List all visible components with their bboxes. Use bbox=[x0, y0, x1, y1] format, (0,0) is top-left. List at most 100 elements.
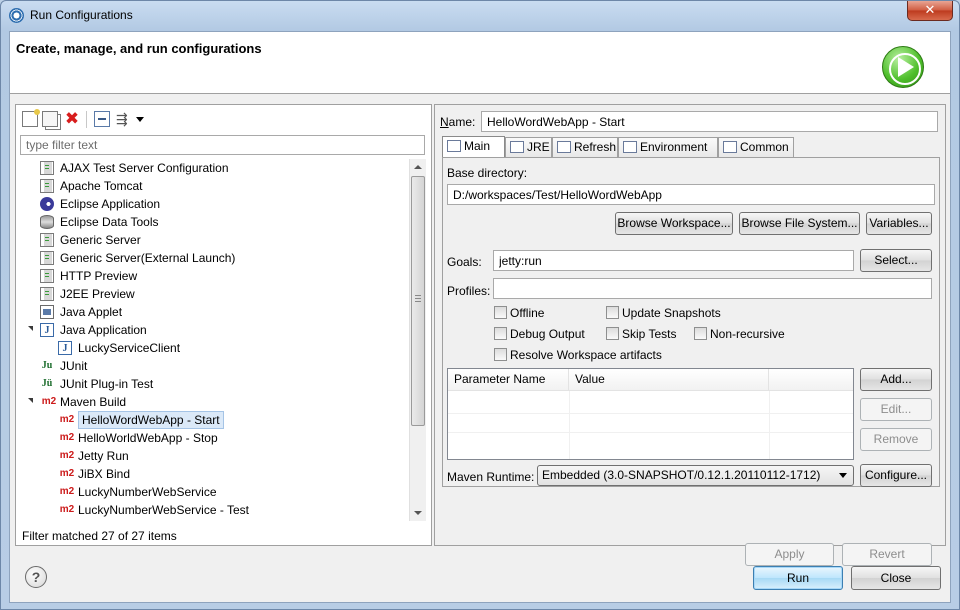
maven-runtime-select[interactable]: Embedded (3.0-SNAPSHOT/0.12.1.20110112-1… bbox=[537, 465, 854, 486]
refresh-icon bbox=[557, 141, 571, 153]
tab-label: Environment bbox=[640, 140, 708, 154]
eclipse-icon bbox=[40, 197, 54, 211]
maven-runtime-value: Embedded (3.0-SNAPSHOT/0.12.1.20110112-1… bbox=[542, 468, 821, 482]
tree-item[interactable]: Generic Server(External Launch) bbox=[16, 249, 409, 267]
tree-item-label: J2EE Preview bbox=[60, 287, 135, 301]
revert-button[interactable]: Revert bbox=[842, 543, 932, 566]
tree-vertical-scrollbar[interactable] bbox=[409, 159, 426, 521]
tab-refresh[interactable]: Refresh bbox=[552, 137, 618, 157]
help-icon[interactable]: ? bbox=[25, 566, 47, 588]
tree-item-label: Generic Server(External Launch) bbox=[60, 251, 236, 265]
filter-input[interactable] bbox=[20, 135, 425, 155]
tree-item[interactable]: AJAX Test Server Configuration bbox=[16, 159, 409, 177]
tree-item[interactable]: Eclipse Application bbox=[16, 195, 409, 213]
resolve-workspace-label: Resolve Workspace artifacts bbox=[510, 348, 662, 362]
tree-item-label: Jetty Run bbox=[78, 449, 129, 463]
scroll-thumb[interactable] bbox=[411, 176, 425, 426]
configure-runtime-button[interactable]: Configure... bbox=[860, 464, 932, 487]
tree-item-label: Java Applet bbox=[60, 305, 123, 319]
remove-parameter-button[interactable]: Remove bbox=[860, 428, 932, 451]
tree-item[interactable]: m2 HelloWorldWebApp - Stop bbox=[16, 429, 409, 447]
name-input[interactable] bbox=[481, 111, 938, 132]
select-goals-button[interactable]: Select... bbox=[860, 249, 932, 272]
profiles-label: Profiles: bbox=[447, 284, 491, 298]
edit-parameter-button[interactable]: Edit... bbox=[860, 398, 932, 421]
tab-label: Common bbox=[740, 140, 789, 154]
maven-icon: m2 bbox=[59, 414, 75, 425]
tree-item[interactable]: Generic Server bbox=[16, 231, 409, 249]
browse-workspace-button[interactable]: Browse Workspace... bbox=[615, 212, 733, 235]
expanded-arrow-icon[interactable] bbox=[28, 398, 33, 403]
skip-tests-checkbox[interactable] bbox=[606, 327, 619, 340]
tree-item[interactable]: m2 Maven Build bbox=[16, 393, 409, 411]
config-tabs: Main JRE Refresh Environment Common bbox=[442, 136, 942, 157]
filter-menu-chevron-down-icon[interactable] bbox=[136, 117, 144, 122]
tree-item[interactable]: Ju JUnit bbox=[16, 357, 409, 375]
resolve-workspace-checkbox[interactable] bbox=[494, 348, 507, 361]
maven-icon: m2 bbox=[59, 504, 75, 515]
table-column-line bbox=[769, 391, 770, 459]
add-parameter-button[interactable]: Add... bbox=[860, 368, 932, 391]
tree-item[interactable]: m2 LuckyNumberWebService bbox=[16, 483, 409, 501]
tree-item[interactable]: Jü JUnit Plug-in Test bbox=[16, 375, 409, 393]
expanded-arrow-icon[interactable] bbox=[28, 326, 33, 331]
parameters-table[interactable]: Parameter Name Value bbox=[447, 368, 854, 460]
tree-item[interactable]: m2 JiBX Bind bbox=[16, 465, 409, 483]
config-toolbar: ✖ ⇶ bbox=[20, 108, 220, 130]
parameter-name-column-header[interactable]: Parameter Name bbox=[448, 369, 569, 391]
non-recursive-label: Non-recursive bbox=[710, 327, 785, 341]
tree-item[interactable]: J2EE Preview bbox=[16, 285, 409, 303]
tree-item[interactable]: m2 HelloWordWebApp - Start bbox=[16, 411, 409, 429]
non-recursive-checkbox[interactable] bbox=[694, 327, 707, 340]
tree-item[interactable]: Java Applet bbox=[16, 303, 409, 321]
tree-item[interactable]: m2 Jetty Run bbox=[16, 447, 409, 465]
maven-runtime-label: Maven Runtime: bbox=[447, 470, 535, 484]
tree-item-label: LuckyServiceClient bbox=[78, 341, 181, 355]
tree-item-label: Eclipse Data Tools bbox=[60, 215, 159, 229]
browse-file-system-button[interactable]: Browse File System... bbox=[739, 212, 860, 235]
window-close-button[interactable]: ✕ bbox=[907, 1, 953, 21]
delete-configuration-icon[interactable]: ✖ bbox=[64, 110, 80, 127]
tab-label: Refresh bbox=[574, 140, 617, 154]
variables-button[interactable]: Variables... bbox=[866, 212, 932, 235]
update-snapshots-checkbox[interactable] bbox=[606, 306, 619, 319]
tab-main[interactable]: Main bbox=[442, 136, 505, 157]
value-column-header[interactable]: Value bbox=[569, 369, 769, 391]
junit-icon: Ju bbox=[41, 360, 53, 371]
run-button[interactable]: Run bbox=[753, 566, 843, 590]
title-bar[interactable]: Run Configurations ✕ bbox=[1, 1, 959, 31]
maven-icon: m2 bbox=[59, 432, 75, 443]
tree-item-label: Maven Build bbox=[60, 395, 127, 409]
duplicate-configuration-icon[interactable] bbox=[42, 111, 58, 127]
collapse-all-icon[interactable] bbox=[94, 111, 110, 127]
java-app-icon: J bbox=[58, 341, 72, 355]
base-directory-input[interactable] bbox=[447, 184, 935, 205]
tree-item[interactable]: J Java Application bbox=[16, 321, 409, 339]
server-icon bbox=[40, 251, 54, 265]
maven-icon: m2 bbox=[59, 486, 75, 497]
profiles-input[interactable] bbox=[493, 278, 932, 299]
new-configuration-icon[interactable] bbox=[22, 109, 40, 127]
tree-item-label: JiBX Bind bbox=[78, 467, 131, 481]
debug-output-checkbox[interactable] bbox=[494, 327, 507, 340]
tab-jre[interactable]: JRE bbox=[505, 137, 552, 157]
offline-checkbox[interactable] bbox=[494, 306, 507, 319]
tree-item[interactable]: HTTP Preview bbox=[16, 267, 409, 285]
tree-item[interactable]: Apache Tomcat bbox=[16, 177, 409, 195]
skip-tests-label: Skip Tests bbox=[622, 327, 677, 341]
goals-input[interactable] bbox=[493, 250, 854, 271]
apply-button[interactable]: Apply bbox=[745, 543, 834, 566]
tab-environment[interactable]: Environment bbox=[618, 137, 718, 157]
tab-common[interactable]: Common bbox=[718, 137, 794, 157]
offline-label: Offline bbox=[510, 306, 545, 320]
scroll-down-icon[interactable] bbox=[414, 511, 422, 515]
tab-label: Main bbox=[464, 139, 491, 153]
tree-item[interactable]: J LuckyServiceClient bbox=[16, 339, 409, 357]
dialog-client: Create, manage, and run configurations ✖… bbox=[9, 31, 951, 603]
tree-item[interactable]: m2 LuckyNumberWebService - Test bbox=[16, 501, 409, 519]
tree-item[interactable]: Eclipse Data Tools bbox=[16, 213, 409, 231]
scroll-up-icon[interactable] bbox=[414, 165, 422, 169]
filter-configurations-icon[interactable]: ⇶ bbox=[116, 111, 132, 127]
tree-item-label: JUnit bbox=[60, 359, 88, 373]
close-button[interactable]: Close bbox=[851, 566, 941, 590]
